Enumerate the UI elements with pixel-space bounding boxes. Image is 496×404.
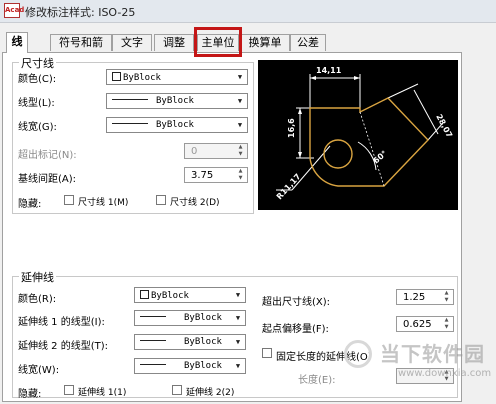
chevron-down-icon: ▼ <box>237 121 243 129</box>
tab-strip: 线 符号和箭头 文字 调整 主单位 换算单位 公差 <box>0 30 496 65</box>
ext-linetype2-dropdown[interactable]: ByBlock ▼ <box>134 334 246 350</box>
dim-lineweight-dropdown[interactable]: ByBlock ▼ <box>106 117 248 133</box>
chevron-down-icon: ▼ <box>237 73 243 81</box>
tab-text[interactable]: 文字 <box>112 34 152 51</box>
dim-suppress-2-label: 尺寸线 2(D) <box>170 198 220 208</box>
ext-suppress-label: 隐藏: <box>18 389 42 400</box>
chevron-down-icon: ▼ <box>235 338 241 346</box>
tab-tolerances[interactable]: 公差 <box>290 34 326 51</box>
ext-offset-spinner[interactable]: 0.625 ▲ ▼ <box>396 316 454 332</box>
ext-lineweight-dropdown[interactable]: ByBlock ▼ <box>134 358 246 374</box>
tab-alternate-units[interactable]: 换算单位 <box>240 34 290 65</box>
dim-lineweight-label: 线宽(G): <box>18 122 57 133</box>
tab-fit[interactable]: 调整 <box>154 34 194 51</box>
extension-lines-title: 延伸线 <box>19 269 56 285</box>
app-icon: Acad <box>4 3 24 18</box>
preview-dim-angle: 60° <box>372 149 389 166</box>
line-sample <box>112 123 148 124</box>
line-sample <box>112 99 148 100</box>
ext-beyond-spinner[interactable]: 1.25 ▲ ▼ <box>396 289 454 305</box>
dim-color-label: 颜色(C): <box>18 74 57 85</box>
spin-down-icon[interactable]: ▼ <box>441 297 452 304</box>
spin-down-icon[interactable]: ▼ <box>441 324 452 331</box>
ext-suppress-2-label: 延伸线 2(2) <box>186 388 235 398</box>
spin-up-icon[interactable]: ▲ <box>441 290 452 297</box>
ext-linetype1-dropdown[interactable]: ByBlock ▼ <box>134 310 246 326</box>
chevron-down-icon: ▼ <box>237 97 243 105</box>
watermark: 当下软件园 www.downxia.com <box>338 334 494 390</box>
dim-baseline-spinner[interactable]: 3.75 ▲ ▼ <box>184 167 248 183</box>
chevron-down-icon: ▼ <box>235 291 241 299</box>
line-sample <box>140 364 166 365</box>
preview-drawing: 14,11 16,6 28,07 60° R11,17 <box>275 66 454 201</box>
ext-offset-label: 起点偏移量(F): <box>262 324 329 335</box>
watermark-logo-icon <box>344 340 372 368</box>
spin-up-icon[interactable]: ▲ <box>235 144 246 151</box>
preview-dim-radius: R11,17 <box>275 172 303 201</box>
line-sample <box>140 340 166 341</box>
dimension-lines-title: 尺寸线 <box>19 55 56 71</box>
window-title: 修改标注样式: ISO-25 <box>25 6 136 19</box>
dim-extend-label: 超出标记(N): <box>18 150 77 161</box>
preview-dim-left: 16,6 <box>287 118 296 138</box>
tab-lines[interactable]: 线 <box>6 32 28 53</box>
dim-suppress-label: 隐藏: <box>18 199 42 210</box>
watermark-text: 当下软件园 <box>380 342 485 366</box>
ext-suppress-1-checkbox[interactable] <box>64 385 74 395</box>
dim-linetype-label: 线型(L): <box>18 98 55 109</box>
ext-color-label: 颜色(R): <box>18 294 57 305</box>
ext-length-label: 长度(E): <box>298 375 336 386</box>
ext-linetype1-label: 延伸线 1 的线型(I): <box>18 317 105 328</box>
ext-suppress-2-checkbox[interactable] <box>172 385 182 395</box>
dim-color-dropdown[interactable]: ByBlock ▼ <box>106 69 248 85</box>
spin-up-icon[interactable]: ▲ <box>235 168 246 175</box>
dim-suppress-1-label: 尺寸线 1(M) <box>78 198 129 208</box>
dim-suppress-2-checkbox[interactable] <box>156 195 166 205</box>
tab-symbols-arrows[interactable]: 符号和箭头 <box>50 34 112 65</box>
spin-up-icon[interactable]: ▲ <box>441 317 452 324</box>
chevron-down-icon: ▼ <box>235 314 241 322</box>
ext-fixed-length-checkbox[interactable] <box>262 348 272 358</box>
preview-dim-top: 14,11 <box>316 66 342 75</box>
title-bar: Acad 修改标注样式: ISO-25 <box>0 0 496 23</box>
spin-down-icon[interactable]: ▼ <box>235 175 246 182</box>
spin-down-icon[interactable]: ▼ <box>235 151 246 158</box>
color-swatch <box>140 290 149 299</box>
preview-dim-right: 28,07 <box>434 113 454 140</box>
color-swatch <box>112 72 121 81</box>
ext-color-dropdown[interactable]: ByBlock ▼ <box>134 287 246 303</box>
dim-suppress-1-checkbox[interactable] <box>64 195 74 205</box>
tab-highlight-box <box>194 27 242 57</box>
ext-lineweight-label: 线宽(W): <box>18 365 60 376</box>
chevron-down-icon: ▼ <box>235 362 241 370</box>
dim-extend-spinner[interactable]: 0 ▲ ▼ <box>184 143 248 159</box>
dim-baseline-label: 基线间距(A): <box>18 174 77 185</box>
watermark-url: www.downxia.com <box>398 368 492 379</box>
preview-area: 14,11 16,6 28,07 60° R11,17 <box>258 60 458 210</box>
line-sample <box>140 316 166 317</box>
ext-beyond-label: 超出尺寸线(X): <box>262 297 331 308</box>
ext-suppress-1-label: 延伸线 1(1) <box>78 388 127 398</box>
dim-linetype-dropdown[interactable]: ByBlock ▼ <box>106 93 248 109</box>
ext-linetype2-label: 延伸线 2 的线型(T): <box>18 341 108 352</box>
